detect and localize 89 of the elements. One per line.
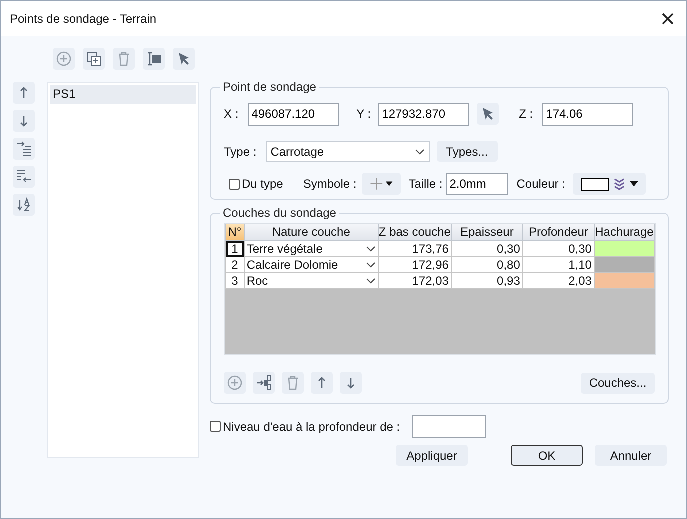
checkbox-label: Du type: [242, 177, 284, 191]
hatch-color-cell[interactable]: [594, 272, 654, 288]
rename-icon: [146, 51, 162, 67]
insert-icon: [256, 375, 272, 391]
rename-button[interactable]: [143, 48, 165, 70]
color-dropdown[interactable]: [573, 173, 646, 195]
checkbox[interactable]: [229, 178, 240, 190]
duplicate-button[interactable]: [83, 48, 105, 70]
row-number: 2: [226, 256, 244, 272]
field-label: Taille :: [408, 177, 443, 191]
duplicate-icon: [86, 51, 102, 67]
table-cell: 0,93: [451, 272, 523, 288]
color-swatch: [581, 178, 610, 190]
delete-icon: [285, 375, 301, 391]
outdent-icon: [16, 169, 32, 185]
close-icon[interactable]: [660, 10, 676, 26]
table-cell: 0,80: [451, 256, 523, 272]
window-title: Points de sondage - Terrain: [10, 12, 157, 26]
column-header[interactable]: Epaisseur: [451, 224, 523, 240]
indent-icon: [16, 141, 32, 157]
move-down-button[interactable]: [13, 110, 35, 132]
field-label: Couleur :: [516, 177, 566, 191]
dropdown-value: Carrotage: [270, 144, 324, 158]
nature-dropdown[interactable]: Terre végétale: [244, 240, 378, 256]
group-title: Point de sondage: [222, 80, 318, 94]
table-cell: 0,30: [522, 240, 594, 256]
cancel-button[interactable]: Annuler: [595, 445, 667, 466]
type-dropdown[interactable]: Carrotage: [266, 141, 430, 162]
outdent-button[interactable]: [13, 166, 35, 188]
symbol-dropdown[interactable]: [362, 173, 401, 195]
ok-button[interactable]: OK: [511, 445, 583, 466]
layers-button[interactable]: Couches...: [581, 372, 655, 394]
dropdown-value: Terre végétale: [246, 242, 323, 256]
x-field[interactable]: 496087.120: [248, 102, 339, 126]
checkbox-label: Niveau d'eau à la profondeur de :: [223, 420, 400, 434]
add-icon: [227, 375, 243, 391]
sort-icon: [16, 197, 32, 213]
insert-button[interactable]: [253, 372, 275, 394]
column-header[interactable]: Z bas couche: [378, 224, 452, 240]
move-up-button[interactable]: [13, 82, 35, 104]
nature-dropdown[interactable]: Roc: [244, 272, 378, 288]
checkbox[interactable]: [210, 421, 221, 432]
field-label: X :: [224, 107, 239, 121]
field-label: Z :: [519, 107, 534, 121]
table-cell: 2,03: [522, 272, 594, 288]
column-header[interactable]: Hachurage: [594, 224, 654, 240]
chevron-icon: [366, 246, 376, 252]
dropdown-value: Calcaire Dolomie: [246, 258, 338, 272]
chevron-icon: [414, 148, 425, 154]
pick-button[interactable]: [173, 48, 195, 70]
pick-button[interactable]: [477, 103, 500, 125]
layers-icon: [614, 177, 626, 191]
row-number: 1: [226, 240, 244, 256]
sort-button[interactable]: [13, 194, 35, 216]
hatch-color-cell[interactable]: [594, 240, 654, 256]
y-field[interactable]: 127932.870: [378, 102, 470, 126]
field-label: Y :: [356, 107, 372, 121]
nature-dropdown[interactable]: Calcaire Dolomie: [244, 256, 378, 272]
table-cell: 173,76: [378, 240, 452, 256]
cross-icon: [370, 175, 384, 193]
column-header[interactable]: N°: [226, 224, 244, 240]
field-label: Symbole :: [303, 177, 357, 191]
z-field[interactable]: 174.06: [542, 102, 634, 126]
pointer-icon: [176, 51, 192, 67]
row-number: 3: [226, 272, 244, 288]
table-cell: 1,10: [522, 256, 594, 272]
dropdown-value: Roc: [246, 274, 268, 288]
table-cell: 172,96: [378, 256, 452, 272]
field-label: Type :: [224, 144, 257, 158]
move-up-button[interactable]: [311, 372, 333, 394]
dropdown-arrow-icon: [630, 181, 638, 187]
table-cell: 0,30: [451, 240, 523, 256]
column-header[interactable]: Profondeur: [522, 224, 594, 240]
chevron-icon: [366, 278, 376, 284]
apply-button[interactable]: Appliquer: [396, 445, 468, 466]
column-header[interactable]: Nature couche: [244, 224, 378, 240]
dropdown-arrow-icon: [386, 181, 393, 187]
move-down-button[interactable]: [340, 372, 362, 394]
depth-field[interactable]: [412, 415, 486, 438]
types-button[interactable]: Types...: [436, 141, 498, 162]
indent-button[interactable]: [13, 138, 35, 160]
delete-icon: [116, 51, 132, 67]
chevron-icon: [366, 262, 376, 268]
table-cell: 172,03: [378, 272, 452, 288]
add-icon: [56, 51, 72, 67]
list-item[interactable]: PS1: [50, 85, 196, 104]
group-title: Couches du sondage: [222, 206, 338, 220]
size-field[interactable]: 2.0mm: [446, 173, 508, 195]
hatch-color-cell[interactable]: [594, 256, 654, 272]
